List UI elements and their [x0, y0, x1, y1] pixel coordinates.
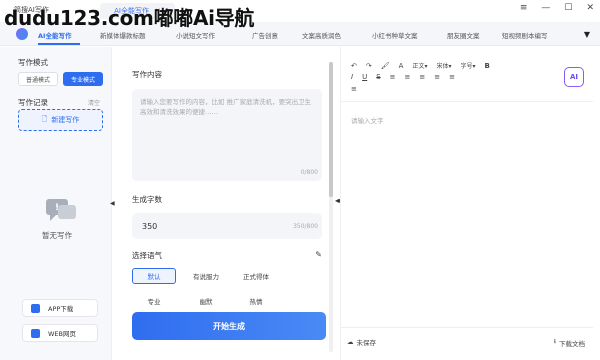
align-center-icon[interactable]: ≡ — [405, 73, 411, 81]
editor-toolbar-row-3: ≡ — [351, 85, 357, 93]
tab-polish[interactable]: 文案高质润色 — [302, 30, 341, 40]
paragraph-style-select[interactable]: 正文▾ — [412, 61, 427, 70]
active-tab-indicator — [38, 43, 80, 45]
tab-video-script[interactable]: 短视频剧本编写 — [502, 30, 548, 40]
empty-history-text: 暂无写作 — [42, 231, 72, 240]
align-right-icon[interactable]: ≡ — [419, 73, 425, 81]
scrollbar-thumb[interactable] — [329, 62, 333, 197]
content-counter: 0/800 — [300, 169, 318, 176]
collapse-sidebar-icon[interactable]: ◀ — [110, 200, 115, 207]
edit-tone-icon[interactable]: ✎ — [315, 250, 322, 259]
tab-ad[interactable]: 广告创意 — [252, 30, 278, 40]
document-editor: ↶ ↷ 🖌 A 正文▾ 宋体▾ 字号▾ B I U S ≡ ≡ ≡ ≡ ≡ ≡ … — [340, 47, 593, 360]
tab-moments[interactable]: 朋友圈文案 — [447, 30, 480, 40]
unsaved-status: ☁ 未保存 — [347, 337, 376, 347]
align-justify-icon[interactable]: ≡ — [434, 73, 440, 81]
app-download-label: APP下载 — [48, 305, 74, 313]
italic-icon[interactable]: I — [351, 73, 353, 81]
new-writing-button[interactable]: 🗋 新建写作 — [18, 109, 103, 131]
sidebar: 写作模式 普通模式 专业模式 写作记录 清空 🗋 新建写作 ! 暂无写作 APP… — [0, 47, 112, 360]
word-count-label: 生成字数 — [132, 195, 162, 204]
font-color-icon[interactable]: A — [399, 62, 404, 70]
history-label: 写作记录 — [18, 98, 48, 107]
menu-icon[interactable]: ≡ — [520, 3, 528, 13]
font-family-select[interactable]: 宋体▾ — [436, 61, 451, 70]
editor-divider — [341, 101, 593, 102]
download-document-button[interactable]: ⭳ 下载文档 — [554, 337, 585, 348]
redo-icon[interactable]: ↷ — [366, 62, 372, 70]
line-height-icon[interactable]: ≡ — [449, 73, 455, 81]
tone-label: 选择语气 — [132, 251, 162, 260]
tab-xiaohongshu[interactable]: 小红书种草文案 — [372, 30, 418, 40]
tone-humorous[interactable]: 幽默 — [182, 293, 230, 309]
editor-toolbar-row-1: ↶ ↷ 🖌 A 正文▾ 宋体▾ 字号▾ B — [351, 61, 490, 71]
tone-enthusiastic[interactable]: 热情 — [232, 293, 280, 309]
unsaved-label: 未保存 — [356, 339, 377, 347]
word-count-counter: 350/800 — [293, 223, 318, 230]
underline-icon[interactable]: U — [362, 73, 367, 81]
format-painter-icon[interactable]: 🖌 — [381, 62, 390, 70]
clear-history-link[interactable]: 清空 — [88, 98, 100, 107]
align-left-icon[interactable]: ≡ — [390, 73, 396, 81]
maximize-icon[interactable]: ☐ — [564, 3, 572, 13]
cloud-icon: ☁ — [347, 338, 354, 346]
window-controls: ≡ — ☐ ✕ — [520, 3, 594, 13]
tab-media-title[interactable]: 新媒体爆款标题 — [100, 30, 146, 40]
web-label: WEB网页 — [48, 330, 76, 338]
editor-footer: ☁ 未保存 ⭳ 下载文档 — [341, 327, 593, 360]
tone-persuasive[interactable]: 有说服力 — [182, 268, 230, 284]
content-label: 写作内容 — [132, 70, 162, 79]
web-button[interactable]: WEB网页 — [22, 324, 98, 342]
editor-toolbar-row-2: I U S ≡ ≡ ≡ ≡ ≡ — [351, 73, 455, 81]
tone-professional[interactable]: 专业 — [132, 293, 176, 309]
app-download-button[interactable]: APP下载 — [22, 299, 98, 317]
bold-icon[interactable]: B — [485, 62, 490, 70]
ai-assistant-button[interactable]: AI — [564, 67, 584, 87]
editor-placeholder[interactable]: 请输入文字 — [351, 115, 384, 125]
new-writing-label: 新建写作 — [51, 116, 80, 124]
form-scrollbar[interactable] — [329, 62, 333, 352]
web-icon — [31, 328, 40, 338]
undo-icon[interactable]: ↶ — [351, 62, 357, 70]
strikethrough-icon[interactable]: S — [376, 73, 380, 81]
tab-novel[interactable]: 小说短文写作 — [176, 30, 215, 40]
normal-mode-button[interactable]: 普通模式 — [18, 72, 58, 86]
content-textarea[interactable]: 请输入您要写作的内容，比如 推广家庭清洗机，要突出卫生高效和清洗效果的便捷…… — [132, 89, 322, 181]
download-icon: ⭳ — [553, 337, 556, 345]
tone-default[interactable]: 默认 — [132, 268, 176, 284]
phone-icon — [31, 303, 40, 313]
close-icon[interactable]: ✕ — [586, 3, 594, 13]
new-document-icon: 🗋 — [41, 114, 48, 123]
svg-text:!: ! — [55, 203, 59, 213]
more-tabs-icon[interactable]: ▼ — [584, 30, 590, 39]
pro-mode-button[interactable]: 专业模式 — [63, 72, 103, 86]
font-size-select[interactable]: 字号▾ — [461, 61, 476, 70]
download-label: 下载文档 — [559, 339, 585, 348]
site-watermark: dudu123.com嘟嘟Ai导航 — [4, 6, 255, 30]
empty-chat-icon: ! — [46, 199, 76, 221]
generate-button[interactable]: 开始生成 — [132, 312, 326, 340]
list-icon[interactable]: ≡ — [351, 85, 357, 93]
tone-formal[interactable]: 正式得体 — [232, 268, 280, 284]
tab-ai-writing[interactable]: AI全能写作 — [38, 30, 71, 40]
mode-label: 写作模式 — [18, 58, 48, 67]
minimize-icon[interactable]: — — [541, 3, 550, 13]
writing-form: 写作内容 请输入您要写作的内容，比如 推广家庭清洗机，要突出卫生高效和清洗效果的… — [118, 47, 336, 360]
